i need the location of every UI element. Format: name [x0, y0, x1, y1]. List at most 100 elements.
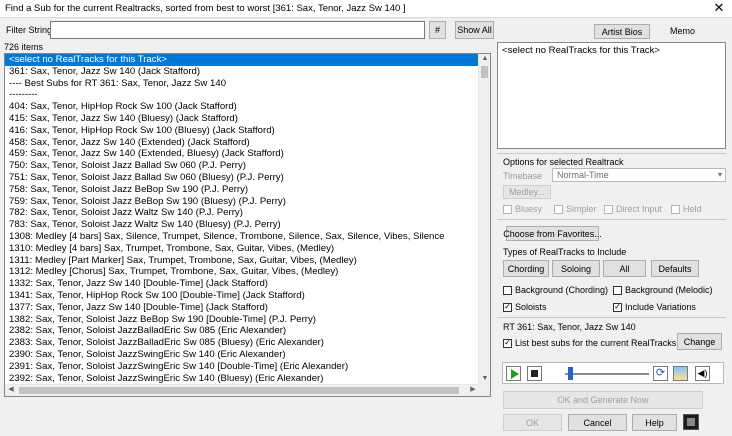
ok-generate-button[interactable]: OK and Generate Now	[503, 391, 703, 409]
list-item[interactable]: 1341: Sax, Tenor, HipHop Rock Sw 100 [Do…	[5, 290, 479, 302]
separator	[497, 153, 726, 154]
horizontal-scroll-thumb[interactable]	[19, 387, 459, 394]
loop-icon[interactable]: ⟳	[653, 366, 668, 381]
list-best-subs-checkbox[interactable]: ✓ List best subs for the current RealTrac…	[503, 338, 676, 348]
types-heading: Types of RealTracks to Include	[503, 247, 627, 257]
include-variations-label: Include Variations	[625, 302, 696, 312]
separator	[497, 317, 726, 318]
show-all-button[interactable]: Show All	[455, 21, 494, 39]
direct-input-checkbox[interactable]: Direct Input	[604, 204, 662, 214]
filter-input[interactable]	[50, 21, 425, 39]
include-variations-checkbox[interactable]: ✓ Include Variations	[613, 302, 696, 312]
checkbox-box	[671, 204, 680, 214]
list-rows: <select no RealTracks for this Track> 361…	[5, 54, 479, 384]
list-item[interactable]: 750: Sax, Tenor, Soloist Jazz Ballad Sw …	[5, 160, 479, 172]
stop-icon[interactable]	[527, 366, 542, 381]
list-item[interactable]: 2392: Sax, Tenor, Soloist JazzSwingEric …	[5, 373, 479, 384]
position-slider[interactable]	[565, 373, 649, 375]
close-icon[interactable]: ✕	[710, 0, 728, 17]
list-item[interactable]: 758: Sax, Tenor, Soloist Jazz BeBop Sw 1…	[5, 184, 479, 196]
list-item[interactable]: 2383: Sax, Tenor, Soloist JazzBalladEric…	[5, 337, 479, 349]
background-melodic-checkbox[interactable]: Background (Melodic)	[613, 285, 713, 295]
list-best-subs-label: List best subs for the current RealTrack…	[515, 338, 677, 348]
memo-label: Memo	[670, 26, 696, 36]
all-button[interactable]: All	[603, 260, 646, 277]
list-item[interactable]: 458: Sax, Tenor, Jazz Sw 140 (Extended) …	[5, 137, 479, 149]
list-item[interactable]: 1308: Medley [4 bars] Sax, Silence, Trum…	[5, 231, 479, 243]
list-item[interactable]: 782: Sax, Tenor, Soloist Jazz Waltz Sw 1…	[5, 207, 479, 219]
list-item[interactable]: 1332: Sax, Tenor, Jazz Sw 140 [Double-Ti…	[5, 278, 479, 290]
film-icon[interactable]	[683, 414, 699, 430]
ok-button[interactable]: OK	[503, 414, 562, 431]
rt-heading: RT 361: Sax, Tenor, Jazz Sw 140	[503, 322, 636, 332]
list-item[interactable]: 783: Sax, Tenor, Soloist Jazz Waltz Sw 1…	[5, 219, 479, 231]
vertical-scrollbar[interactable]: ▲ ▼	[478, 54, 490, 384]
scroll-left-icon[interactable]: ◀	[5, 385, 17, 395]
timebase-value: Normal-Time	[557, 170, 609, 180]
vertical-scroll-thumb[interactable]	[481, 66, 488, 78]
soloing-button[interactable]: Soloing	[552, 260, 600, 277]
filter-label: Filter String	[6, 25, 53, 35]
held-label: Held	[683, 204, 702, 214]
list-item[interactable]: 2391: Sax, Tenor, Soloist JazzSwingEric …	[5, 361, 479, 373]
list-item[interactable]: ---------	[5, 89, 479, 101]
horizontal-scrollbar[interactable]: ◀ ▶	[5, 384, 479, 396]
list-item[interactable]: 2390: Sax, Tenor, Soloist JazzSwingEric …	[5, 349, 479, 361]
cancel-button[interactable]: Cancel	[568, 414, 627, 431]
timebase-select[interactable]: Normal-Time ▾	[552, 168, 726, 182]
timebase-label: Timebase	[503, 171, 543, 181]
list-item[interactable]: 1311: Medley [Part Marker] Sax, Trumpet,…	[5, 255, 479, 267]
simpler-label: Simpler	[566, 204, 597, 214]
list-item[interactable]: 1377: Sax, Tenor, Jazz Sw 140 [Double-Ti…	[5, 302, 479, 314]
list-item[interactable]: 361: Sax, Tenor, Jazz Sw 140 (Jack Staff…	[5, 66, 479, 78]
help-button[interactable]: Help	[632, 414, 677, 431]
checkbox-box	[503, 204, 512, 214]
checkbox-box	[503, 285, 512, 295]
choose-favorites-button[interactable]: Choose from Favorites...	[503, 226, 602, 241]
hash-button[interactable]: #	[429, 21, 446, 39]
list-item[interactable]: 416: Sax, Tenor, HipHop Rock Sw 100 (Blu…	[5, 125, 479, 137]
list-item[interactable]: 415: Sax, Tenor, Jazz Sw 140 (Bluesy) (J…	[5, 113, 479, 125]
item-count: 726 items	[4, 42, 44, 52]
list-item[interactable]: 2382: Sax, Tenor, Soloist JazzBalladEric…	[5, 325, 479, 337]
background-chording-checkbox[interactable]: Background (Chording)	[503, 285, 608, 295]
transport-bar: ⟳ ◀)	[502, 362, 724, 384]
scroll-down-icon[interactable]: ▼	[479, 374, 490, 384]
soloists-checkbox[interactable]: ✓ Soloists	[503, 302, 547, 312]
checkbox-box	[604, 204, 613, 214]
list-item[interactable]: 404: Sax, Tenor, HipHop Rock Sw 100 (Jac…	[5, 101, 479, 113]
bluesy-checkbox[interactable]: Bluesy	[503, 204, 542, 214]
speaker-icon[interactable]: ◀)	[695, 366, 710, 381]
simpler-checkbox[interactable]: Simpler	[554, 204, 597, 214]
scroll-up-icon[interactable]: ▲	[479, 54, 490, 64]
title-bar: Find a Sub for the current Realtracks, s…	[0, 0, 732, 18]
artist-bios-button[interactable]: Artist Bios	[594, 24, 650, 39]
scroll-corner	[478, 384, 490, 396]
checkmark-icon: ✓	[613, 302, 622, 312]
list-item[interactable]: ---- Best Subs for RT 361: Sax, Tenor, J…	[5, 78, 479, 90]
position-slider-thumb[interactable]	[568, 367, 573, 380]
checkmark-icon: ✓	[503, 302, 512, 312]
checkbox-box	[554, 204, 563, 214]
chevron-down-icon: ▾	[717, 170, 722, 179]
medley-button[interactable]: Medley...	[503, 185, 551, 199]
list-item[interactable]: <select no RealTracks for this Track>	[5, 54, 479, 66]
picture-icon[interactable]	[673, 366, 688, 381]
memo-box[interactable]: <select no RealTracks for this Track>	[497, 42, 726, 149]
background-chording-label: Background (Chording)	[515, 285, 609, 295]
soloists-label: Soloists	[515, 302, 547, 312]
realtracks-list[interactable]: <select no RealTracks for this Track> 361…	[4, 53, 491, 397]
window-title: Find a Sub for the current Realtracks, s…	[5, 3, 406, 14]
list-item[interactable]: 1310: Medley [4 bars] Sax, Trumpet, Trom…	[5, 243, 479, 255]
list-item[interactable]: 1312: Medley [Chorus] Sax, Trumpet, Trom…	[5, 266, 479, 278]
play-icon[interactable]	[506, 366, 521, 381]
list-item[interactable]: 1382: Sax, Tenor, Soloist Jazz BeBop Sw …	[5, 314, 479, 326]
held-checkbox[interactable]: Held	[671, 204, 702, 214]
chording-button[interactable]: Chording	[503, 260, 549, 277]
defaults-button[interactable]: Defaults	[651, 260, 699, 277]
list-item[interactable]: 751: Sax, Tenor, Soloist Jazz Ballad Sw …	[5, 172, 479, 184]
list-item[interactable]: 459: Sax, Tenor, Jazz Sw 140 (Extended, …	[5, 148, 479, 160]
list-item[interactable]: 759: Sax, Tenor, Soloist Jazz BeBop Sw 1…	[5, 196, 479, 208]
checkbox-box	[613, 285, 622, 295]
change-button[interactable]: Change	[677, 333, 722, 350]
